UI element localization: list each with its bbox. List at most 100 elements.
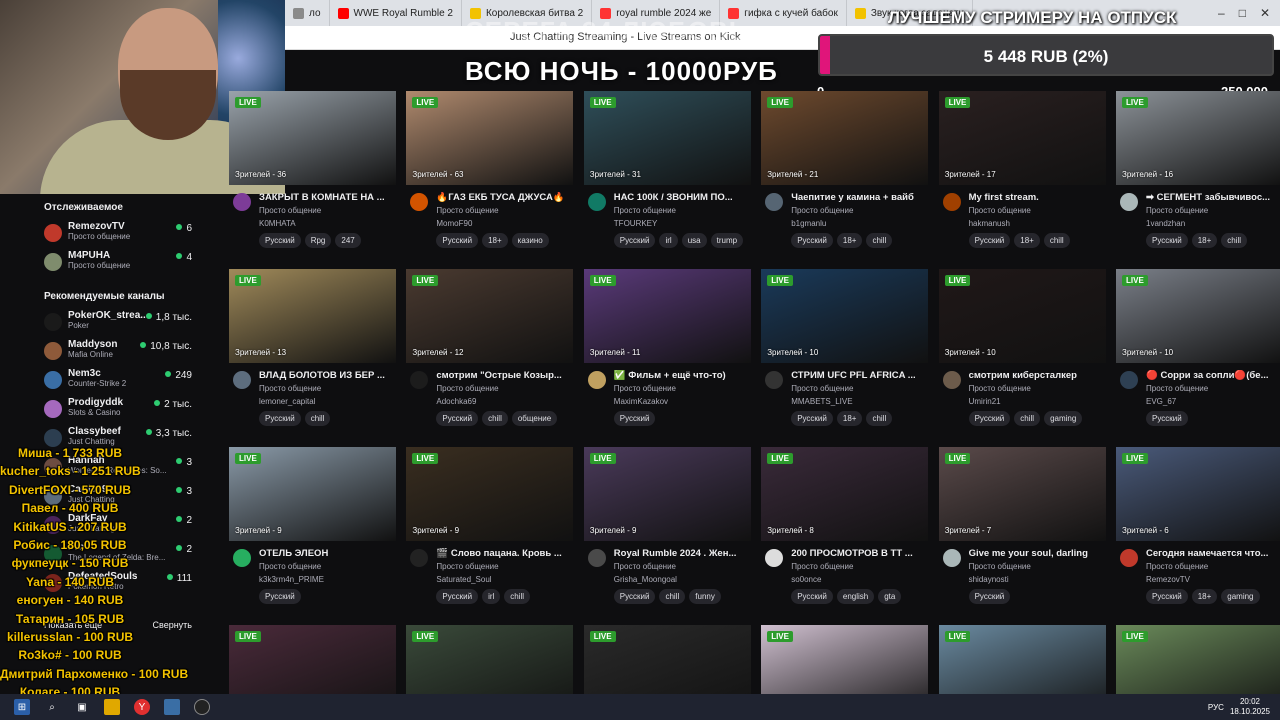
stream-category[interactable]: Просто общение [1146,206,1208,215]
stream-tag[interactable]: общение [511,411,558,426]
stream-category[interactable]: Просто общение [614,206,676,215]
channel-avatar[interactable] [765,549,784,567]
obs-icon[interactable] [194,699,210,715]
channel-avatar[interactable] [765,371,784,389]
stream-tag[interactable]: Русский [259,589,301,604]
stream-tag[interactable]: 18+ [1191,233,1218,248]
stream-title[interactable]: ➡ СЕГМЕНТ забывчивос... [1146,192,1280,203]
stream-card[interactable]: LIVE Зрителей - 7 Give me your soul, darli… [938,447,1106,621]
stream-thumbnail[interactable]: LIVE Зрителей - 36 [229,91,396,185]
channel-avatar[interactable] [233,193,251,211]
stream-tag[interactable]: Русский [259,233,301,248]
stream-thumbnail[interactable]: LIVE Зрителей - 13 [229,269,396,363]
stream-card[interactable]: LIVE Зрителей - 6 Сегодня намечается что..… [1116,447,1280,621]
channel-avatar[interactable] [942,549,961,567]
stream-title[interactable]: СТРИМ UFC PFL AFRICA ... [791,370,926,381]
stream-tag[interactable]: gaming [1221,589,1260,604]
stream-title[interactable]: Royal Rumble 2024 . Жен... [614,548,749,559]
channel-avatar[interactable] [1120,549,1138,567]
channel-name[interactable]: TFOURKEY [614,219,658,228]
stream-tag[interactable]: Русский [436,411,479,426]
minimize-icon[interactable]: – [1218,6,1225,20]
stream-tag[interactable]: Русский [968,233,1011,248]
stream-tag[interactable]: Русский [791,233,833,248]
stream-tag[interactable]: irl [482,589,501,604]
stream-card[interactable]: LIVE Зрителей - 10 смотрим киберсталкер Про… [938,269,1106,443]
channel-name[interactable]: Adochka69 [436,397,476,406]
stream-thumbnail[interactable]: LIVE Зрителей - 7 [938,447,1106,541]
stream-card[interactable]: LIVE Зрителей - 16 ➡ СЕГМЕНТ забывчивос...… [1116,91,1280,265]
stream-tag[interactable]: Русский [968,589,1011,604]
stream-tag[interactable]: Русский [436,233,479,248]
stream-tag[interactable]: chill [482,411,508,426]
stream-thumbnail[interactable]: LIVE Зрителей - 6 [1116,447,1280,541]
sidebar-channel[interactable]: PokerOK_strea... Poker 1,8 тыс. [32,310,202,339]
stream-category[interactable]: Просто общение [259,562,321,571]
channel-name[interactable]: EVG_67 [1146,397,1176,406]
stream-tag[interactable]: usa [681,233,707,248]
channel-avatar[interactable] [1120,371,1138,389]
stream-category[interactable]: Просто общение [614,384,676,393]
stream-title[interactable]: Give me your soul, darling [969,548,1104,559]
channel-name[interactable]: MMABETS_LIVE [791,397,852,406]
stream-title[interactable]: 🎬 Слово пацана. Кровь ... [436,548,571,559]
channel-avatar[interactable] [410,371,429,389]
app-icon[interactable] [164,699,180,715]
stream-category[interactable]: Просто общение [259,384,321,393]
channel-name[interactable]: so0once [791,575,821,584]
stream-title[interactable]: Чаепитие у камина + вайб [791,192,926,203]
channel-name[interactable]: 1vandzhan [1146,219,1185,228]
stream-tag[interactable]: chill [866,233,893,248]
channel-name[interactable]: K0MHATA [259,219,296,228]
stream-card[interactable]: LIVE Зрителей - 9 🎬 Слово пацана. Кровь ..… [406,447,574,621]
stream-category[interactable]: Просто общение [1146,562,1208,571]
stream-category[interactable]: Просто общение [614,562,676,571]
stream-tag[interactable]: chill [1221,233,1248,248]
channel-avatar[interactable] [587,371,606,389]
stream-card[interactable]: LIVE Зрителей - 13 ВЛАД БОЛОТОВ ИЗ БЕР ...… [229,269,396,443]
stream-tag[interactable]: 18+ [836,411,863,426]
stream-tag[interactable]: 18+ [482,233,508,248]
stream-title[interactable]: 200 ПРОСМОТРОВ В ТТ ... [791,548,926,559]
stream-tag[interactable]: chill [659,589,686,604]
file-explorer-icon[interactable] [104,699,120,715]
windows-icon[interactable]: ⊞ [14,699,30,715]
stream-thumbnail[interactable]: LIVE Зрителей - 16 [1116,91,1280,185]
stream-card[interactable]: LIVE Зрителей - 36 ЗАКРЫТ В КОМНАТЕ НА ...… [229,91,396,265]
channel-avatar[interactable] [942,193,961,211]
stream-thumbnail[interactable]: LIVE Зрителей - 9 [229,447,396,541]
stream-card[interactable]: LIVE Зрителей - 17 My first stream. Просто … [938,91,1106,265]
channel-name[interactable]: MomoF90 [436,219,472,228]
stream-tag[interactable]: Русский [259,411,301,426]
stream-tag[interactable]: Русский [1146,233,1188,248]
clock[interactable]: 20:02 18.10.2025 [1230,697,1270,717]
stream-category[interactable]: Просто общение [1146,384,1208,393]
taskview-icon[interactable]: ▣ [74,699,90,715]
channel-name[interactable]: k3k3rm4n_PRIME [259,575,324,584]
channel-avatar[interactable] [410,193,429,211]
stream-tag[interactable]: казино [511,233,549,248]
channel-avatar[interactable] [587,193,606,211]
stream-thumbnail[interactable]: LIVE Зрителей - 12 [406,269,574,363]
stream-tag[interactable]: chill [504,589,531,604]
channel-avatar[interactable] [1120,193,1138,211]
collapse-link[interactable]: Свернуть [153,620,192,630]
stream-category[interactable]: Просто общение [791,384,853,393]
stream-card[interactable]: LIVE Зрителей - 21 Чаепитие у камина + вай… [761,91,929,265]
browser-tab[interactable]: WWE Royal Rumble 2 [330,0,462,26]
stream-tag[interactable]: trump [710,233,744,248]
channel-name[interactable]: Umirin21 [969,397,1001,406]
stream-tag[interactable]: Русский [613,589,656,604]
sidebar-channel[interactable]: M4PUHA Просто общение 4 [32,250,202,279]
stream-tag[interactable]: gta [878,589,902,604]
channel-name[interactable]: hakmanush [969,219,1010,228]
stream-tag[interactable]: Русский [436,589,479,604]
channel-avatar[interactable] [233,549,251,567]
stream-title[interactable]: ОТЕЛЬ ЭЛЕОН [259,548,394,559]
sidebar-channel[interactable]: RemezovTV Просто общение 6 [32,221,202,250]
stream-category[interactable]: Просто общение [969,206,1031,215]
stream-tag[interactable]: irl [659,233,678,248]
stream-tag[interactable]: gaming [1044,411,1083,426]
stream-thumbnail[interactable]: LIVE Зрителей - 31 [583,91,751,185]
stream-thumbnail[interactable]: LIVE Зрителей - 10 [1116,269,1280,363]
